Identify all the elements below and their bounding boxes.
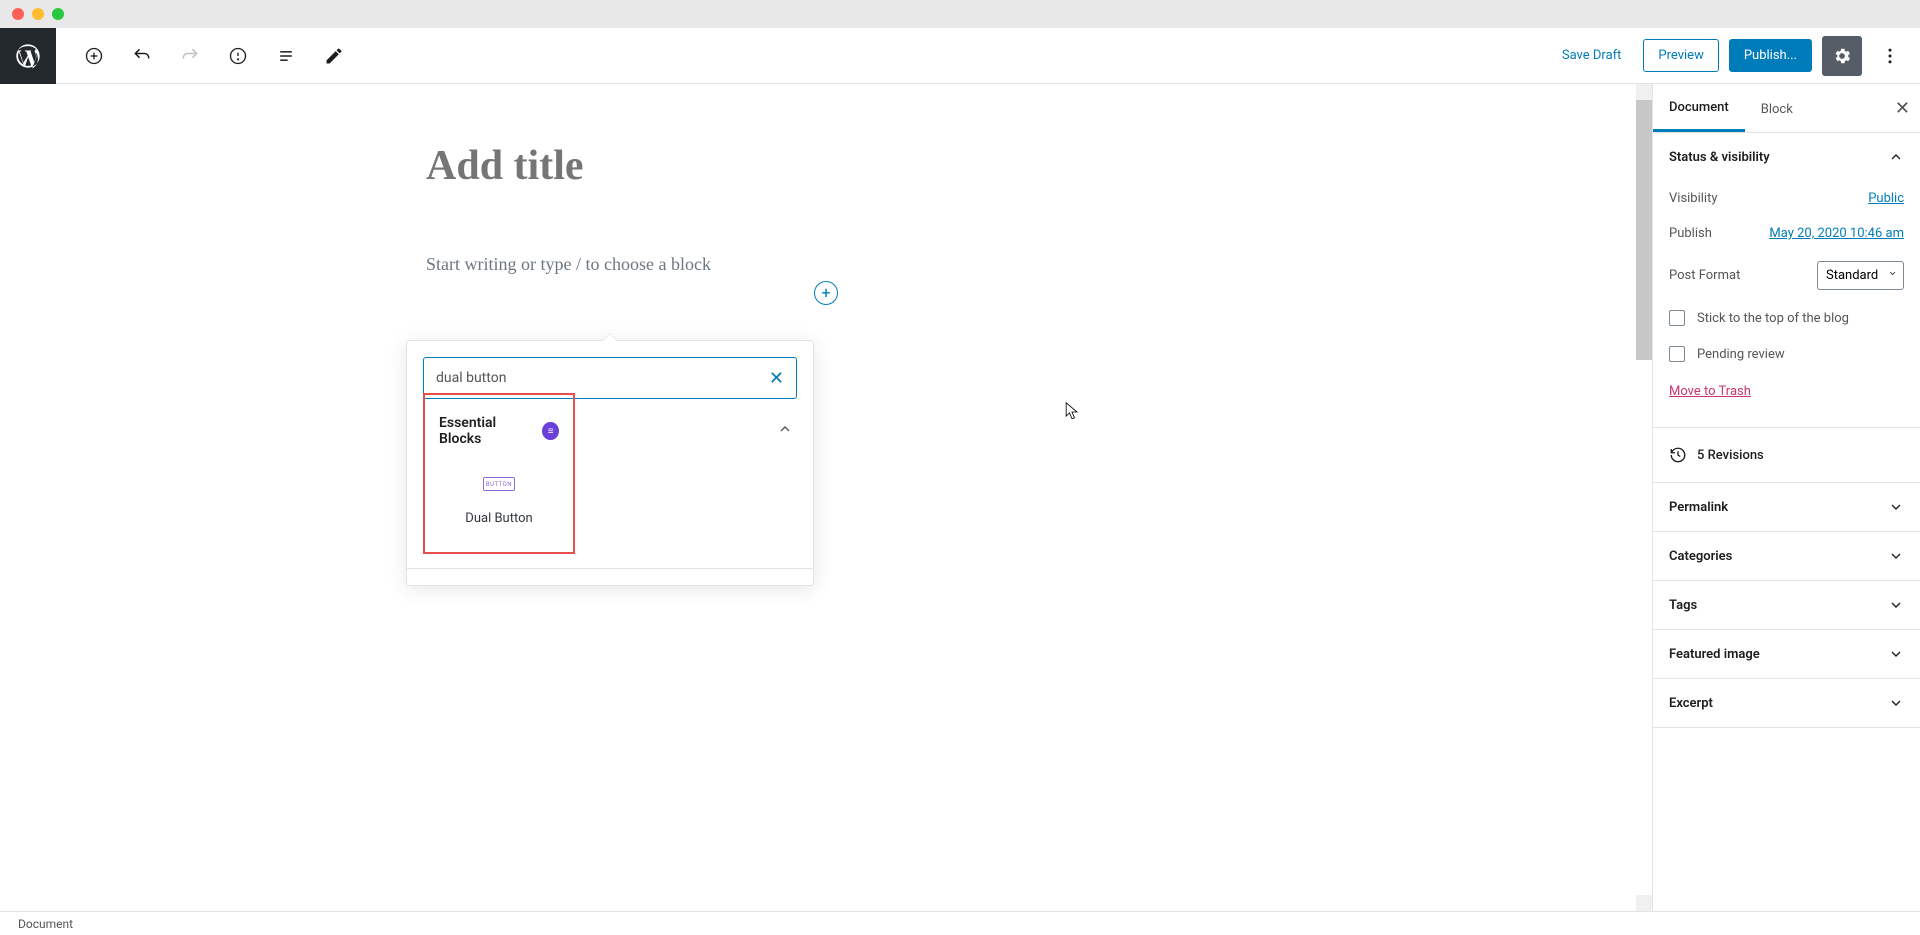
move-to-trash-link[interactable]: Move to Trash	[1669, 372, 1751, 411]
post-title-input[interactable]	[426, 142, 1226, 190]
inserter-section-title: Essential Blocks	[439, 415, 534, 447]
editor-canvas[interactable]: Start writing or type / to choose a bloc…	[0, 84, 1652, 911]
wordpress-logo-icon[interactable]	[0, 28, 56, 84]
content-placeholder[interactable]: Start writing or type / to choose a bloc…	[426, 254, 1226, 275]
history-icon	[1669, 446, 1687, 464]
publish-button[interactable]: Publish...	[1729, 39, 1812, 72]
redo-button[interactable]	[172, 38, 208, 74]
save-draft-button[interactable]: Save Draft	[1550, 40, 1634, 71]
panel-permalink-toggle[interactable]: Permalink	[1653, 483, 1920, 531]
essential-blocks-badge-icon: ≡	[542, 422, 559, 440]
tab-document[interactable]: Document	[1653, 84, 1745, 132]
post-format-select[interactable]: Standard	[1817, 261, 1904, 290]
chevron-down-icon	[1888, 548, 1904, 564]
close-sidebar-icon[interactable]: ✕	[1895, 98, 1910, 119]
breadcrumb-item[interactable]: Document	[18, 917, 73, 931]
stick-label: Stick to the top of the blog	[1697, 311, 1849, 326]
inline-add-block-button[interactable]: +	[814, 281, 838, 305]
editor-toolbar: Save Draft Preview Publish...	[0, 28, 1920, 84]
publish-date-link[interactable]: May 20, 2020 10:46 am	[1769, 226, 1904, 241]
publish-label: Publish	[1669, 226, 1712, 241]
inserter-divider	[407, 568, 813, 569]
revisions-row[interactable]: 5 Revisions	[1653, 428, 1920, 483]
panel-categories-toggle[interactable]: Categories	[1653, 532, 1920, 580]
block-search-input[interactable]	[436, 370, 769, 386]
content-structure-button[interactable]	[220, 38, 256, 74]
block-inserter-popover: ✕ Essential Blocks ≡ BUTTON Dual Button	[406, 340, 814, 586]
block-navigation-button[interactable]	[268, 38, 304, 74]
tab-block[interactable]: Block	[1745, 86, 1809, 131]
add-block-button[interactable]	[76, 38, 112, 74]
scrollbar-thumb[interactable]	[1636, 100, 1652, 360]
edit-pencil-button[interactable]	[316, 38, 352, 74]
mouse-cursor-icon	[1065, 402, 1079, 422]
visibility-label: Visibility	[1669, 191, 1718, 206]
chevron-up-icon[interactable]	[777, 421, 793, 441]
post-format-label: Post Format	[1669, 268, 1740, 283]
clear-search-icon[interactable]: ✕	[769, 368, 784, 389]
settings-gear-button[interactable]	[1822, 36, 1862, 76]
dual-button-block-icon: BUTTON	[483, 477, 515, 491]
panel-status-visibility-toggle[interactable]: Status & visibility	[1653, 133, 1920, 181]
panel-title: Status & visibility	[1669, 150, 1770, 165]
highlighted-result-box: Essential Blocks ≡ BUTTON Dual Button	[423, 393, 575, 554]
chevron-down-icon	[1888, 597, 1904, 613]
editor-footer-breadcrumb: Document	[0, 911, 1920, 935]
pending-review-checkbox[interactable]	[1669, 346, 1685, 362]
mac-close-icon[interactable]	[12, 8, 24, 20]
chevron-up-icon	[1888, 149, 1904, 165]
pending-review-label: Pending review	[1697, 347, 1785, 362]
settings-sidebar: Document Block ✕ Status & visibility Vis…	[1652, 84, 1920, 911]
visibility-value-link[interactable]: Public	[1868, 191, 1904, 206]
chevron-down-icon	[1888, 695, 1904, 711]
block-tile-dual-button[interactable]: BUTTON Dual Button	[437, 477, 561, 526]
undo-button[interactable]	[124, 38, 160, 74]
revisions-label: 5 Revisions	[1697, 448, 1764, 463]
preview-button[interactable]: Preview	[1643, 39, 1718, 72]
panel-featured-image-toggle[interactable]: Featured image	[1653, 630, 1920, 678]
panel-excerpt-toggle[interactable]: Excerpt	[1653, 679, 1920, 727]
chevron-down-icon	[1888, 499, 1904, 515]
mac-fullscreen-icon[interactable]	[52, 8, 64, 20]
block-tile-label: Dual Button	[465, 511, 532, 526]
chevron-down-icon	[1888, 646, 1904, 662]
mac-window-chrome	[0, 0, 1920, 28]
mac-minimize-icon[interactable]	[32, 8, 44, 20]
stick-checkbox[interactable]	[1669, 310, 1685, 326]
more-options-button[interactable]	[1872, 38, 1908, 74]
panel-tags-toggle[interactable]: Tags	[1653, 581, 1920, 629]
